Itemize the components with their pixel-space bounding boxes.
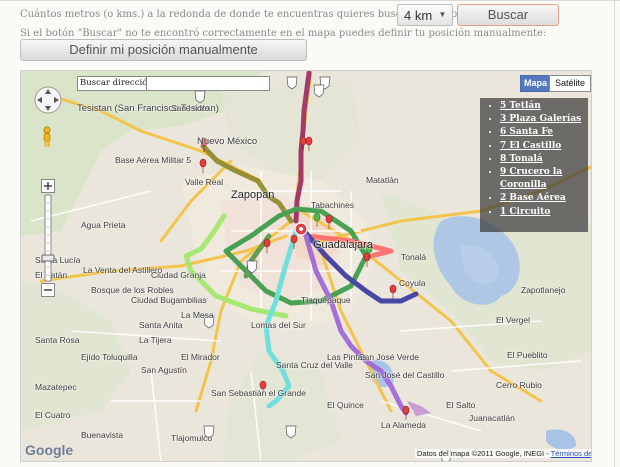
place-la-tijera: La Tijera [139, 335, 172, 345]
place-el-pueblito: El Pueblito [507, 350, 548, 360]
place-santa-rosa: Santa Rosa [35, 335, 80, 345]
place-tlaquepaque: Tlaquepaque [301, 295, 351, 305]
place-tonala: Tonalá [401, 252, 427, 262]
route-link-crucero-coronilla[interactable]: 9 Crucero la Coronilla [500, 166, 588, 192]
place-juanacatlan: Juanacatlán [469, 413, 515, 423]
route-link-tonala[interactable]: 8 Tonalá [500, 153, 588, 166]
place-el-salto: El Salto [446, 400, 476, 410]
zoom-out-icon[interactable] [41, 283, 55, 297]
place-lomas: Lomas del Sur [251, 320, 306, 330]
zoom-control[interactable] [41, 179, 55, 297]
place-cerro-rubio: Cerro Rubio [496, 380, 542, 390]
place-bosque-roble: Bosque de los Robles [91, 285, 174, 295]
chevron-down-icon: ▼ [438, 10, 447, 19]
route-link-base-aerea[interactable]: 2 Base Aérea [500, 192, 588, 205]
place-san-isidro: San Isidro [171, 103, 210, 113]
pan-arrows-icon[interactable] [33, 85, 63, 115]
place-mazatepec: Mazatepec [35, 382, 77, 392]
place-las-pintas: Las Pintas [327, 352, 367, 362]
place-san-jose-verde: San José Verde [359, 352, 420, 362]
place-la-alameda: La Alameda [381, 420, 426, 430]
manual-position-hint: Si el botón "Buscar" no te encontró corr… [20, 28, 547, 39]
distance-select[interactable]: 4 km ▼ [397, 4, 453, 26]
zoom-slider-track[interactable] [41, 194, 55, 282]
map-type-mapa-button[interactable]: Mapa [520, 75, 551, 92]
map-panel[interactable]: Tesistan (San Francisco Tesistan) San Is… [20, 70, 592, 462]
distance-select-value: 4 km [404, 8, 433, 23]
pan-control[interactable] [33, 85, 63, 115]
place-la-mesa: La Mesa [181, 310, 214, 320]
place-santa-cruz: Santa Cruz del Valle [276, 360, 353, 370]
define-position-button[interactable]: Definir mi posición manualmente [20, 39, 307, 61]
place-matatlan: Matatlán [366, 175, 399, 185]
route-link-tetlan[interactable]: 5 Tetlán [500, 100, 588, 113]
route-link-circuito[interactable]: 1 Circuito [500, 206, 588, 219]
place-ciudad-bugambilias: Ciudad Bugambilias [131, 295, 207, 305]
place-guadalajara: Guadalajara [313, 239, 373, 251]
copyright-text: Datos del mapa ©2011 Google, INEGI - [417, 449, 549, 458]
place-vallarta: Valle Real [185, 177, 224, 187]
place-ejido: Ejido Toluquilla [81, 352, 138, 362]
map-copyright: Datos del mapa ©2011 Google, INEGI - Tér… [415, 449, 591, 458]
place-zapotlanejo: Zapotlanejo [521, 285, 566, 295]
place-tlajomulco: Tlajomulco [171, 433, 213, 443]
place-base-aerea: Base Aérea Militar 5 [115, 155, 192, 165]
route-link-santa-fe[interactable]: 6 Santa Fe [500, 126, 588, 139]
routes-legend: 5 Tetlán 3 Plaza Galerías 6 Santa Fe 7 E… [480, 98, 588, 232]
right-divider [614, 0, 615, 467]
place-buenavista: Buenavista [81, 430, 124, 440]
place-santa-anita: Santa Anita [139, 320, 183, 330]
route-link-plaza-galerias[interactable]: 3 Plaza Galerías [500, 113, 588, 126]
place-el-quince: El Quince [327, 400, 364, 410]
place-ciudad-granja: Ciudad Granja [151, 270, 206, 280]
place-el-mirador: El Mirador [181, 352, 220, 362]
terms-of-use-link[interactable]: Términos de uso [551, 449, 591, 458]
street-view-pegman-icon[interactable] [41, 126, 53, 148]
top-divider [0, 0, 620, 1]
map-type-satelite-button[interactable]: Satélite [549, 75, 591, 92]
routes-list: 5 Tetlán 3 Plaza Galerías 6 Santa Fe 7 E… [480, 98, 588, 219]
search-button[interactable]: Buscar [457, 4, 559, 26]
place-el-cuatro: El Cuatro [35, 410, 71, 420]
google-logo[interactable]: Google [25, 442, 73, 458]
place-san-jose-castillo: San José del Castillo [365, 370, 445, 380]
place-nuevo-mexico: Nuevo México [197, 136, 258, 147]
place-san-agustin: San Agustín [141, 365, 187, 375]
place-tabachines: Tabachines [311, 200, 355, 210]
place-zapopan: Zapopan [231, 189, 275, 201]
address-search-input[interactable] [146, 76, 270, 91]
place-san-sebastian: San Sebastián el Grande [211, 388, 306, 398]
place-el-vergel: El Vergel [496, 315, 531, 325]
zoom-in-icon[interactable] [41, 179, 55, 193]
place-coyula: Coyula [399, 278, 426, 288]
place-agua-prieta: Agua Prieta [81, 220, 126, 230]
route-link-el-castillo[interactable]: 7 El Castillo [500, 140, 588, 153]
